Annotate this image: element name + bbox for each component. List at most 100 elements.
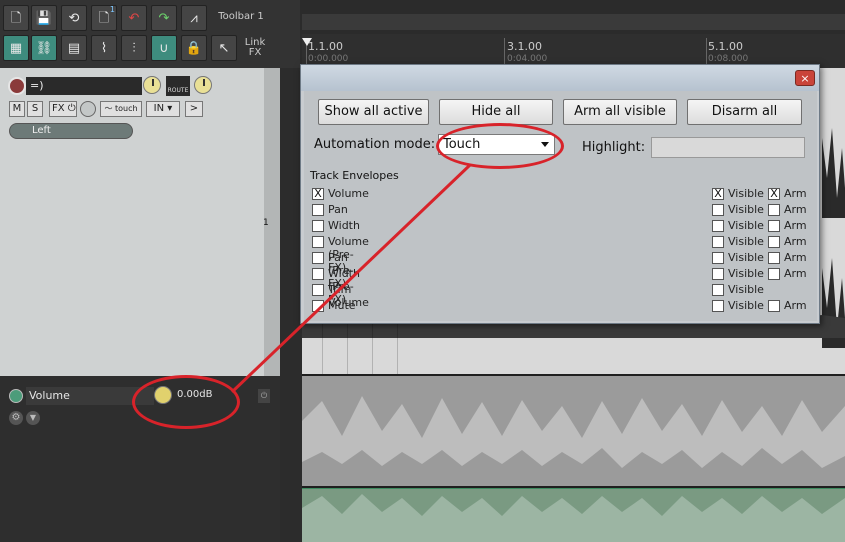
ruler-mark-label: 5.1.00 [708,40,743,53]
show-all-active-button[interactable]: Show all active [318,99,429,125]
envelope-enable-checkbox[interactable] [312,204,324,216]
solo-button[interactable]: S [27,101,43,117]
envelope-enable-checkbox[interactable] [312,268,324,280]
highlight-label: Highlight: [582,140,646,155]
timeline-scroll-area[interactable] [302,14,845,30]
item-grouping-icon[interactable]: ▤ [61,35,87,61]
envelope-waveform [302,487,845,542]
envelope-visible-checkbox[interactable] [712,204,724,216]
track-lane-media[interactable] [302,376,845,486]
highlight-input[interactable] [651,137,805,158]
hide-all-button[interactable]: Hide all [439,99,553,125]
main-toolbar: 🗋 💾 ⟲ 🗋 1 ↶ ↷ ⩘ Toolbar 1 ▦ ⛓ ▤ ⌇ ⫶ ∪ 🔒 ↖… [0,0,300,68]
dialog-titlebar[interactable] [301,65,819,91]
metronome-icon[interactable]: ⩘ [181,5,207,31]
envelope-arm-checkbox[interactable] [768,204,780,216]
visible-label: Visible [728,187,764,200]
volume-knob[interactable] [143,76,161,94]
automation-mode-button[interactable]: 〜 touch [100,101,142,117]
arm-label: Arm [784,299,807,312]
arm-all-visible-button[interactable]: Arm all visible [563,99,677,125]
ruler-tick [504,38,505,66]
envelope-arm-checkbox[interactable] [768,236,780,248]
undo-icon[interactable]: ↶ [121,5,147,31]
chevron-down-icon[interactable]: ▼ [26,411,40,425]
grid-icon[interactable]: ▦ [3,35,29,61]
envelope-enable-checkbox[interactable] [312,220,324,232]
envelope-lane[interactable] [302,487,845,542]
cursor-icon[interactable]: ↖ [211,35,237,61]
snap-grid-icon[interactable]: ⫶ [121,35,147,61]
new-project-icon[interactable]: 🗋 [3,5,29,31]
redo-icon[interactable]: ↷ [151,5,177,31]
envelope-visible-checkbox[interactable] [712,236,724,248]
envelope-enable-checkbox[interactable] [312,252,324,264]
envelope-arm-checkbox[interactable] [768,252,780,264]
ripple-icon[interactable]: ⛓ [31,35,57,61]
envelope-enable-checkbox[interactable]: X [312,188,324,200]
ruler-mark-label: 1.1.00 [308,40,343,53]
envelope-enable-checkbox[interactable] [312,236,324,248]
arm-label: Arm [784,203,807,216]
visible-label: Visible [728,203,764,216]
disarm-all-button[interactable]: Disarm all [687,99,802,125]
pan-knob[interactable] [194,76,212,94]
input-button[interactable]: IN ▾ [146,101,180,117]
phase-invert-icon[interactable] [80,101,96,117]
envelope-enable-checkbox[interactable] [312,300,324,312]
visible-label: Visible [728,283,764,296]
tcp-divider[interactable] [280,68,302,542]
ruler-time-label: 0:08.000 [708,54,749,64]
audio-waveform [302,396,845,468]
input-channel-select[interactable]: Left [9,123,133,139]
gear-icon[interactable]: ⚙ [9,411,23,425]
track-number: 1 [263,218,269,228]
record-arm-button[interactable] [8,77,26,95]
annotation-circle-mode [436,123,564,169]
snap-magnet-icon[interactable]: ∪ [151,35,177,61]
fx-bypass-icon: ⏻ [67,103,76,114]
fx-button[interactable]: FX ⏻ [49,101,77,117]
chevron-down-icon: ▾ [167,103,173,114]
envelope-enable-checkbox[interactable] [312,284,324,296]
lock-icon[interactable]: 🔒 [181,35,207,61]
visible-label: Visible [728,267,764,280]
envelope-arm-checkbox[interactable] [768,268,780,280]
arm-label: Arm [784,219,807,232]
envelope-visible-checkbox[interactable] [712,284,724,296]
envelope-visible-checkbox[interactable] [712,300,724,312]
envelope-visible-checkbox[interactable] [712,268,724,280]
envelope-bypass-button[interactable] [9,389,23,403]
envelope-name-label: Pan [328,203,348,216]
envelope-arm-checkbox[interactable]: X [768,188,780,200]
envelope-hide-button[interactable]: ⏻ [258,389,270,403]
mute-button[interactable]: M [9,101,25,117]
envelope-visible-checkbox[interactable] [712,252,724,264]
visible-label: Visible [728,235,764,248]
input-monitor-icon[interactable]: > [185,101,203,117]
envelope-points-icon[interactable]: ⌇ [91,35,117,61]
envelope-visible-checkbox[interactable] [712,220,724,232]
edit-cursor-marker[interactable] [302,38,312,46]
link-fx-button[interactable]: Link FX [240,38,270,58]
close-button[interactable]: × [795,70,815,86]
visible-label: Visible [728,219,764,232]
envelope-name-label: Width [328,219,360,232]
timeline-ruler[interactable]: 1.1.00 0:00.000 3.1.00 0:04.000 5.1.00 0… [302,34,845,68]
route-button[interactable]: ROUTE [166,76,190,96]
open-project-icon[interactable]: 💾 [31,5,57,31]
annotation-circle-volume [132,375,240,429]
track-name-field[interactable]: =) [26,77,142,95]
ruler-tick [706,38,707,66]
envelope-arm-checkbox[interactable] [768,300,780,312]
envelopes-window: × Show all active Hide all Arm all visib… [300,64,820,324]
project-settings-icon[interactable]: 🗋 1 [91,5,117,31]
arm-label: Arm [784,251,807,264]
visible-label: Visible [728,299,764,312]
ruler-mark-label: 3.1.00 [507,40,542,53]
visible-label: Visible [728,251,764,264]
envelope-arm-checkbox[interactable] [768,220,780,232]
save-project-icon[interactable]: ⟲ [61,5,87,31]
envelope-name-label: Mute [328,299,356,312]
envelope-visible-checkbox[interactable]: X [712,188,724,200]
